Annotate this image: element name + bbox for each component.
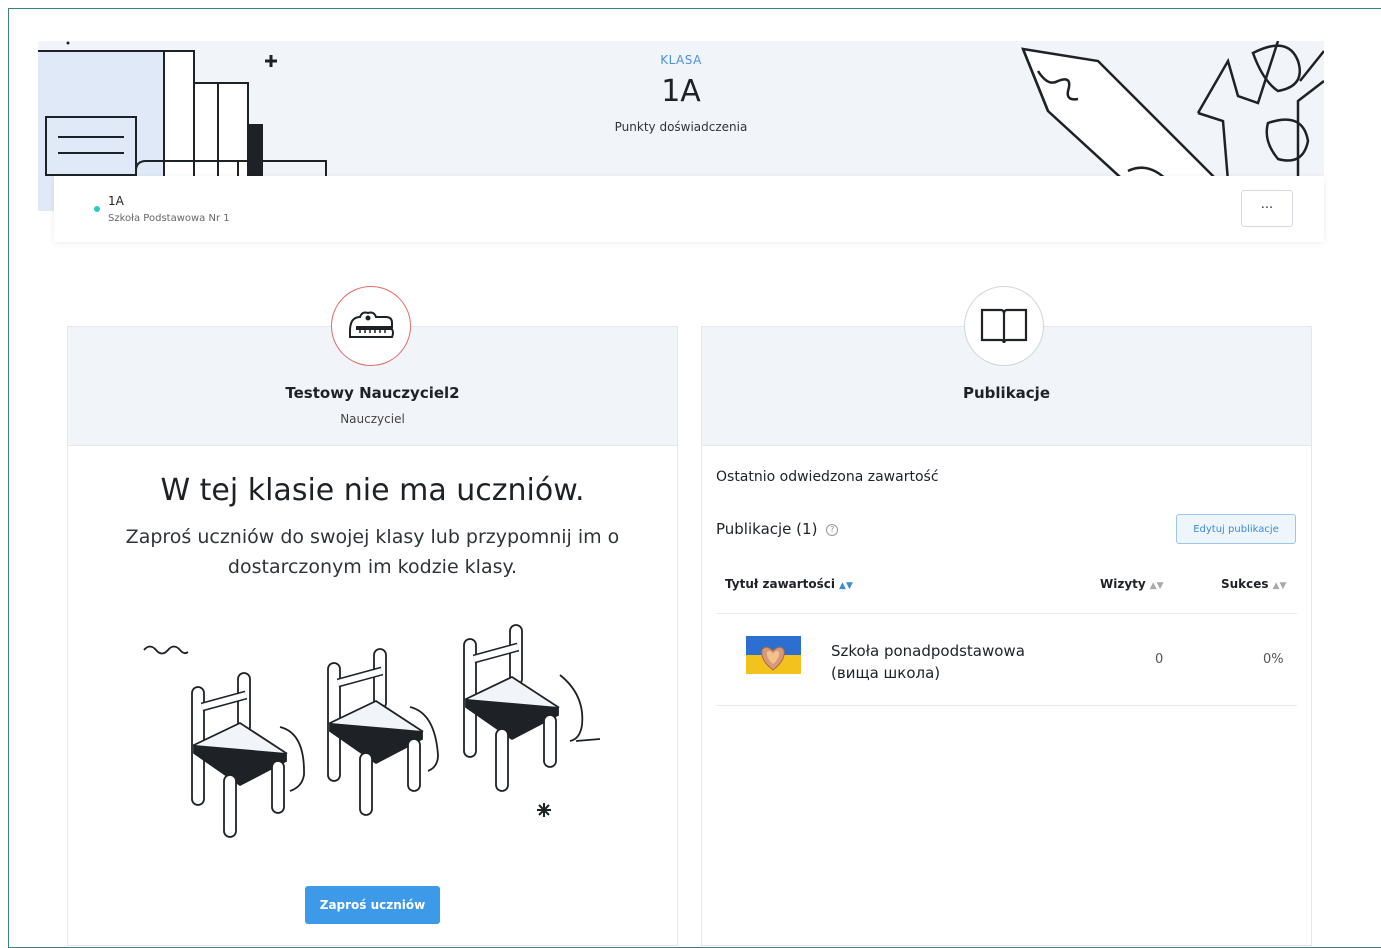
sort-icon: ▲▼ <box>1149 581 1164 591</box>
publications-count-label: Publikacje (1) <box>716 520 818 538</box>
more-options-button[interactable]: ··· <box>1241 190 1293 227</box>
sort-icon: ▲▼ <box>1272 581 1287 591</box>
column-header-success[interactable]: Sukces ▲▼ <box>1221 577 1286 591</box>
teacher-role: Nauczyciel <box>340 412 405 426</box>
ellipsis-icon: ··· <box>1260 201 1274 216</box>
publication-success: 0% <box>1263 652 1284 667</box>
table-divider <box>716 705 1297 706</box>
publications-avatar <box>964 286 1044 366</box>
open-book-icon <box>980 308 1028 344</box>
table-divider <box>716 613 1297 614</box>
ukraine-heart-image <box>746 636 801 674</box>
class-title: 1A <box>661 74 701 109</box>
column-header-visits[interactable]: Wizyty ▲▼ <box>1100 577 1164 591</box>
experience-points-label: Punkty doświadczenia <box>614 120 748 134</box>
help-icon[interactable]: ? <box>826 523 839 536</box>
crocodile-icon <box>349 311 394 338</box>
online-status-dot <box>94 206 100 212</box>
column-header-title[interactable]: Tytuł zawartości ▲▼ <box>725 577 853 591</box>
hero-label: KLASA <box>660 53 702 67</box>
school-name: Szkoła Podstawowa Nr 1 <box>108 213 230 224</box>
teacher-avatar <box>331 286 411 366</box>
empty-state-text: Zaproś uczniów do swojej klasy lub przyp… <box>125 526 620 578</box>
publication-visits: 0 <box>1155 652 1164 667</box>
publication-title-link[interactable]: Szkoła ponadpodstawowa (вища школа) <box>831 640 1071 684</box>
empty-chairs-illustration <box>143 624 601 838</box>
empty-state-title: W tej klasie nie ma uczniów. <box>160 473 585 508</box>
class-info-bar: 1A Szkoła Podstawowa Nr 1 ··· <box>54 176 1324 242</box>
sort-icon: ▲▼ <box>839 581 853 591</box>
invite-students-button[interactable]: Zaproś uczniów <box>305 886 440 924</box>
recent-content-label: Ostatnio odwiedzona zawartość <box>716 469 939 485</box>
teacher-name: Testowy Nauczyciel2 <box>285 384 460 402</box>
class-name: 1A <box>108 194 124 208</box>
publications-title: Publikacje <box>963 384 1050 402</box>
edit-publications-button[interactable]: Edytuj publikacje <box>1176 514 1296 544</box>
publications-count: Publikacje (1) ? <box>716 520 839 538</box>
publication-thumbnail[interactable] <box>746 636 801 674</box>
